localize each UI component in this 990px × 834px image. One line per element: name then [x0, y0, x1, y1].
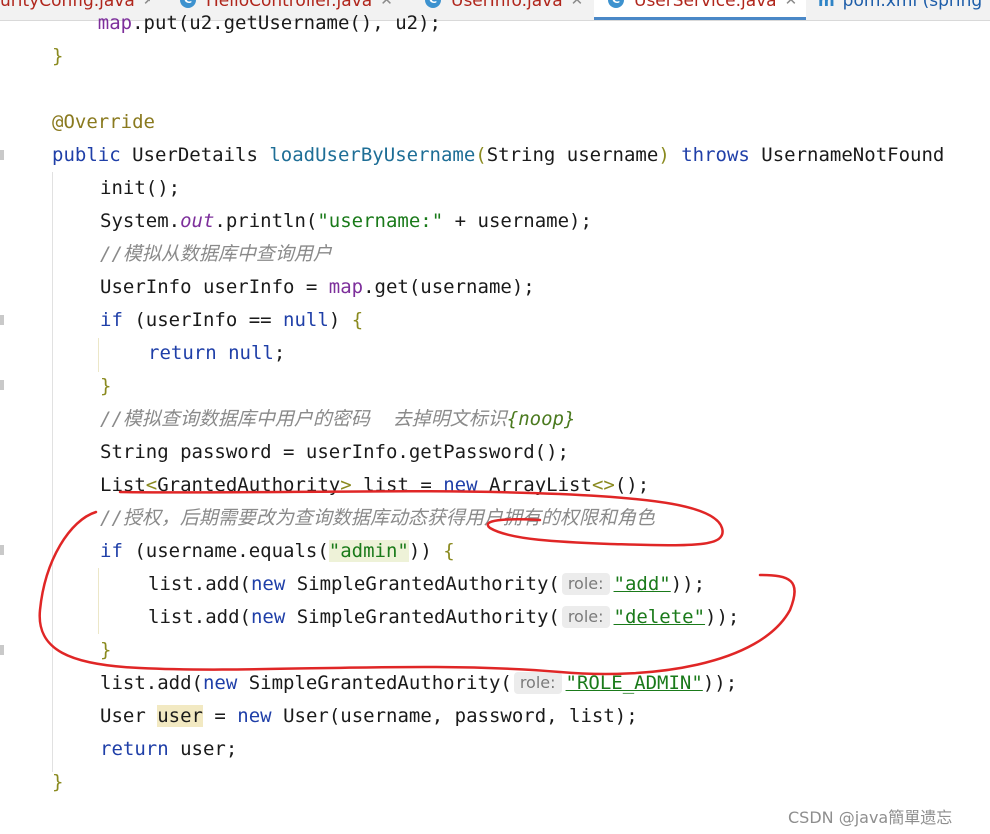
fold-marker[interactable] [0, 545, 4, 555]
code-line: } [52, 45, 64, 67]
class-icon: C [608, 0, 624, 8]
tab-label: pom.xml (spring [842, 0, 983, 11]
fold-marker[interactable] [0, 645, 4, 655]
tab-pom-xml[interactable]: m pom.xml (spring [818, 0, 990, 20]
code-line: return null; [148, 342, 286, 364]
watermark: CSDN @java簡單遗忘 [788, 808, 953, 827]
tab-label: UserService.java [634, 0, 777, 11]
code-line: } [52, 771, 64, 793]
close-icon[interactable]: ✕ [785, 0, 798, 9]
parameter-hint: role: [513, 672, 562, 694]
code-line: list.add(new SimpleGrantedAuthority(role… [148, 606, 740, 628]
code-line: String password = userInfo.getPassword()… [100, 441, 569, 463]
code-line: System.out.println("username:" + usernam… [100, 210, 592, 232]
fold-marker[interactable] [0, 380, 4, 390]
code-line: if (userInfo == null) { [100, 309, 364, 331]
code-line: list.add(new SimpleGrantedAuthority(role… [148, 573, 706, 595]
code-line: } [100, 375, 112, 397]
maven-icon: m [818, 0, 835, 10]
code-line: User user = new User(username, password,… [100, 705, 638, 727]
tab-label: UserInfo.java [451, 0, 563, 11]
fold-marker[interactable] [0, 315, 4, 325]
code-line: if (username.equals("admin")) { [100, 540, 455, 562]
code-comment: //模拟从数据库中查询用户 [100, 243, 332, 265]
code-line: return user; [100, 738, 238, 760]
code-line: init(); [100, 177, 181, 199]
code-comment: //模拟查询数据库中用户的密码 去掉明文标识{noop} [100, 408, 576, 430]
code-comment: //授权，后期需要改为查询数据库动态获得用户拥有的权限和角色 [100, 507, 655, 529]
code-line: map.put(u2.getUsername(), u2); [97, 12, 441, 34]
code-line: UserInfo userInfo = map.get(username); [100, 276, 535, 298]
indent-guide [98, 338, 99, 372]
parameter-hint: role: [561, 606, 610, 628]
code-line: list.add(new SimpleGrantedAuthority(role… [100, 672, 738, 694]
fold-marker[interactable] [0, 150, 4, 160]
code-line: public UserDetails loadUserByUsername(St… [52, 144, 945, 166]
code-line: } [100, 639, 112, 661]
tab-userinfo[interactable]: C UserInfo.java ✕ [425, 0, 590, 20]
code-line: @Override [52, 111, 155, 133]
active-tab-indicator [594, 17, 806, 20]
indent-guide [98, 568, 99, 634]
close-icon[interactable]: ✕ [571, 0, 584, 9]
code-line: List<GrantedAuthority> list = new ArrayL… [100, 474, 650, 496]
indent-guide [52, 172, 53, 772]
parameter-hint: role: [561, 573, 610, 595]
